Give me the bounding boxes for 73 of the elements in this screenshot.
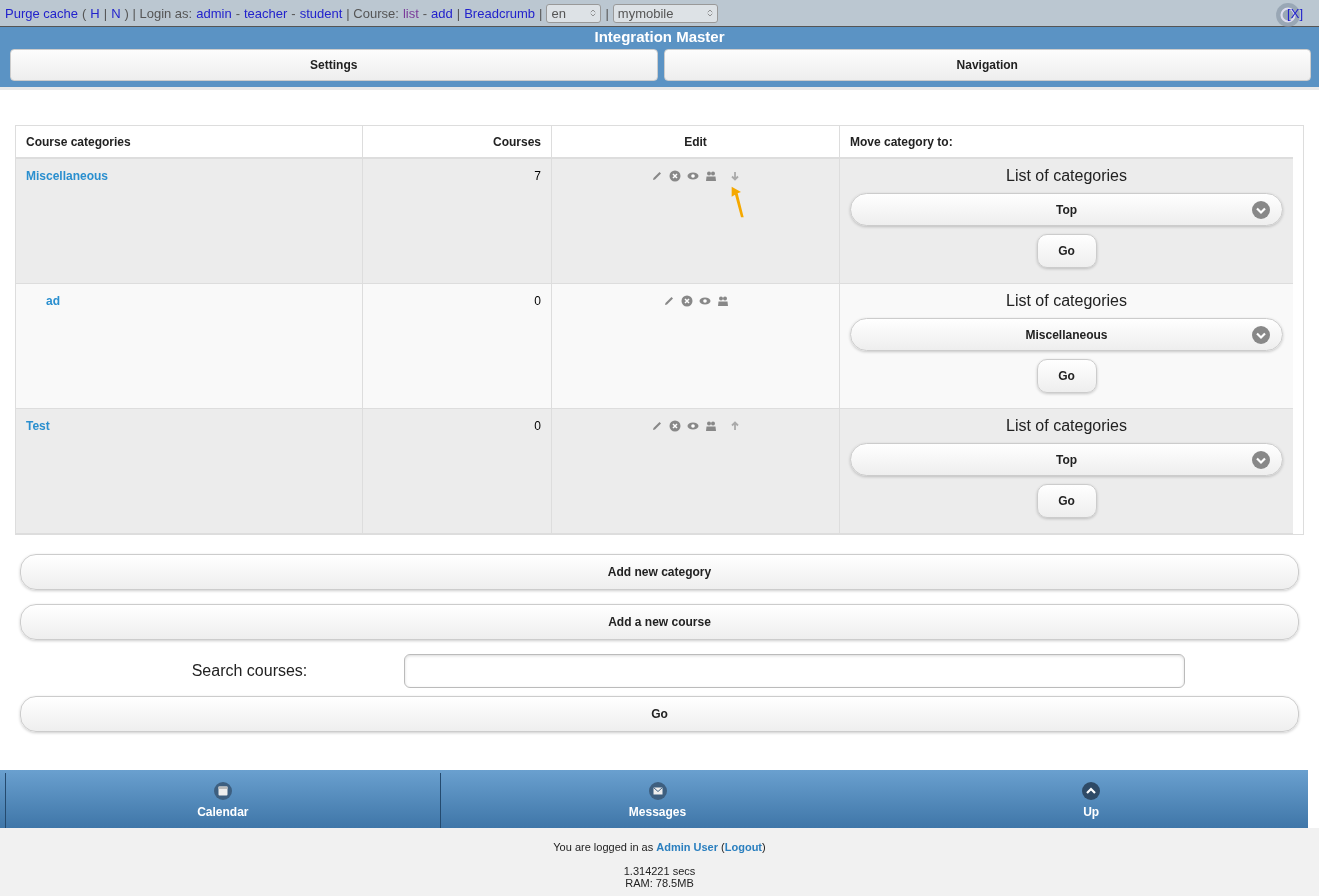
pencil-icon[interactable] — [662, 295, 675, 307]
memory-text: RAM: 78.5MB — [624, 877, 695, 889]
category-select[interactable]: Miscellaneous — [850, 318, 1283, 351]
debug-text: - — [235, 5, 240, 21]
debug-link[interactable]: student — [299, 5, 343, 21]
user-link[interactable]: Admin User — [656, 841, 718, 853]
people-icon[interactable] — [704, 170, 717, 182]
chevron-up-icon — [1082, 782, 1101, 800]
eye-icon[interactable] — [686, 420, 699, 432]
delete-icon[interactable] — [668, 170, 681, 182]
select-field[interactable]: mymobile — [612, 3, 718, 23]
nav-tab[interactable]: Up — [874, 773, 1308, 828]
debug-text: | — [103, 5, 108, 21]
category-select[interactable]: Top — [850, 193, 1283, 226]
category-link[interactable]: Test — [26, 419, 50, 433]
chevron-down-icon — [1252, 450, 1270, 469]
close-link[interactable]: [X] — [1287, 5, 1303, 21]
debug-text: - — [422, 5, 428, 21]
logout-link[interactable]: Logout — [724, 841, 762, 853]
debug-text: - — [291, 5, 296, 21]
debug-text: | Course: — [346, 5, 399, 21]
go-button[interactable]: Go — [1036, 359, 1097, 393]
eye-icon[interactable] — [698, 295, 711, 307]
select-label: List of categories — [1006, 167, 1127, 185]
people-icon[interactable] — [704, 420, 717, 432]
category-link[interactable]: ad — [46, 294, 60, 308]
course-count: 7 — [534, 169, 541, 183]
debug-text: ) | Login as: — [124, 5, 193, 21]
select-label: List of categories — [1006, 417, 1127, 435]
category-link[interactable]: Miscellaneous — [26, 169, 109, 183]
action-button[interactable]: Add a new course — [20, 604, 1299, 640]
select-label: List of categories — [1006, 292, 1127, 310]
delete-icon[interactable] — [680, 295, 693, 307]
debug-link[interactable]: add — [431, 5, 453, 21]
spinner-arrows-icon — [590, 8, 597, 18]
header-button[interactable]: Navigation — [663, 49, 1311, 81]
delete-icon[interactable] — [668, 420, 681, 432]
debug-link[interactable]: admin — [196, 5, 232, 21]
debug-text: | — [539, 5, 543, 21]
header-button[interactable]: Settings — [10, 49, 658, 81]
people-icon[interactable] — [716, 295, 729, 307]
debug-text: ( — [82, 5, 87, 21]
chevron-down-icon — [1252, 200, 1270, 219]
go-button[interactable]: Go — [1036, 234, 1097, 268]
category-select[interactable]: Top — [850, 443, 1283, 476]
debug-link[interactable]: H — [90, 5, 100, 21]
debug-link[interactable]: N — [111, 5, 121, 21]
debug-link[interactable]: Breadcrumb — [464, 5, 535, 21]
pencil-icon[interactable] — [650, 420, 663, 432]
pencil-icon[interactable] — [650, 170, 663, 182]
course-count: 0 — [534, 419, 541, 433]
search-field[interactable] — [404, 654, 1185, 688]
debug-link[interactable]: teacher — [244, 5, 288, 21]
paren-text: ) — [762, 841, 766, 853]
chevron-down-icon — [1252, 325, 1270, 344]
go-button[interactable]: Go — [1036, 484, 1097, 518]
debug-text: | — [456, 5, 461, 21]
debug-link[interactable]: Purge cache — [5, 5, 78, 21]
page-title: Integration Master — [593, 28, 726, 45]
paren-text: ( — [721, 841, 725, 853]
eye-icon[interactable] — [686, 170, 699, 182]
search-label: Search courses: — [190, 662, 309, 680]
calendar-icon — [213, 782, 232, 800]
envelope-icon — [648, 782, 667, 800]
login-text: You are logged in as — [553, 841, 654, 853]
select-field[interactable]: en — [546, 3, 602, 23]
spinner-arrows-icon — [706, 8, 713, 18]
debug-text: | — [605, 5, 609, 21]
debug-link[interactable]: list — [402, 5, 419, 21]
timing-text: 1.314221 secs — [622, 865, 697, 877]
course-count: 0 — [534, 294, 541, 308]
action-button[interactable]: Add new category — [20, 554, 1299, 590]
search-go-button[interactable]: Go — [20, 696, 1299, 732]
